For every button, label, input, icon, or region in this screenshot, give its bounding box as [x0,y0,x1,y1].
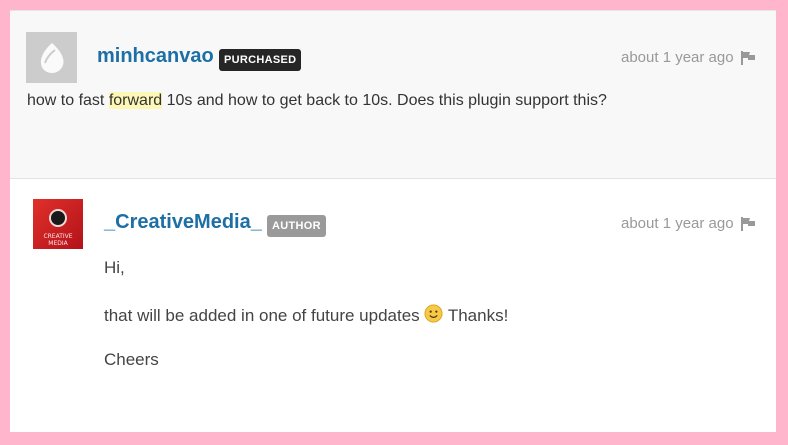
flag-icon[interactable] [740,51,756,65]
reply-message: that will be added in one of future upda… [104,304,508,326]
highlighted-search-term: forward [108,92,163,109]
reply-thanks-text: Thanks! [443,306,509,325]
reply-timestamp: about 1 year ago [621,215,734,232]
comment-body: how to fast forward 10s and how to get b… [27,92,607,110]
avatar-logo-text: CREATIVE MEDIA [43,233,73,247]
author-avatar[interactable]: CREATIVE MEDIA [33,199,83,249]
comments-panel: minhcanvao PURCHASED about 1 year ago ho… [10,10,776,432]
comment-author-link[interactable]: minhcanvao [97,45,214,68]
creative-media-logo-icon [49,209,67,227]
reply-signoff: Cheers [104,350,159,369]
avatar[interactable] [26,32,77,83]
comment-timestamp: about 1 year ago [621,49,734,66]
comment-text-start: how to fast [27,92,109,109]
reply-greeting: Hi, [104,258,125,277]
purchased-badge: PURCHASED [219,49,302,71]
flag-icon[interactable] [740,217,756,231]
comment-item: minhcanvao PURCHASED about 1 year ago ho… [10,11,776,179]
reply-message-text: that will be added in one of future upda… [104,306,420,325]
smiley-emoji-icon [424,304,443,323]
reply-author-link[interactable]: _CreativeMedia_ [104,211,262,234]
author-badge: AUTHOR [267,215,326,237]
comment-text-end: 10s and how to get back to 10s. Does thi… [162,92,607,109]
default-avatar-icon [40,42,64,73]
